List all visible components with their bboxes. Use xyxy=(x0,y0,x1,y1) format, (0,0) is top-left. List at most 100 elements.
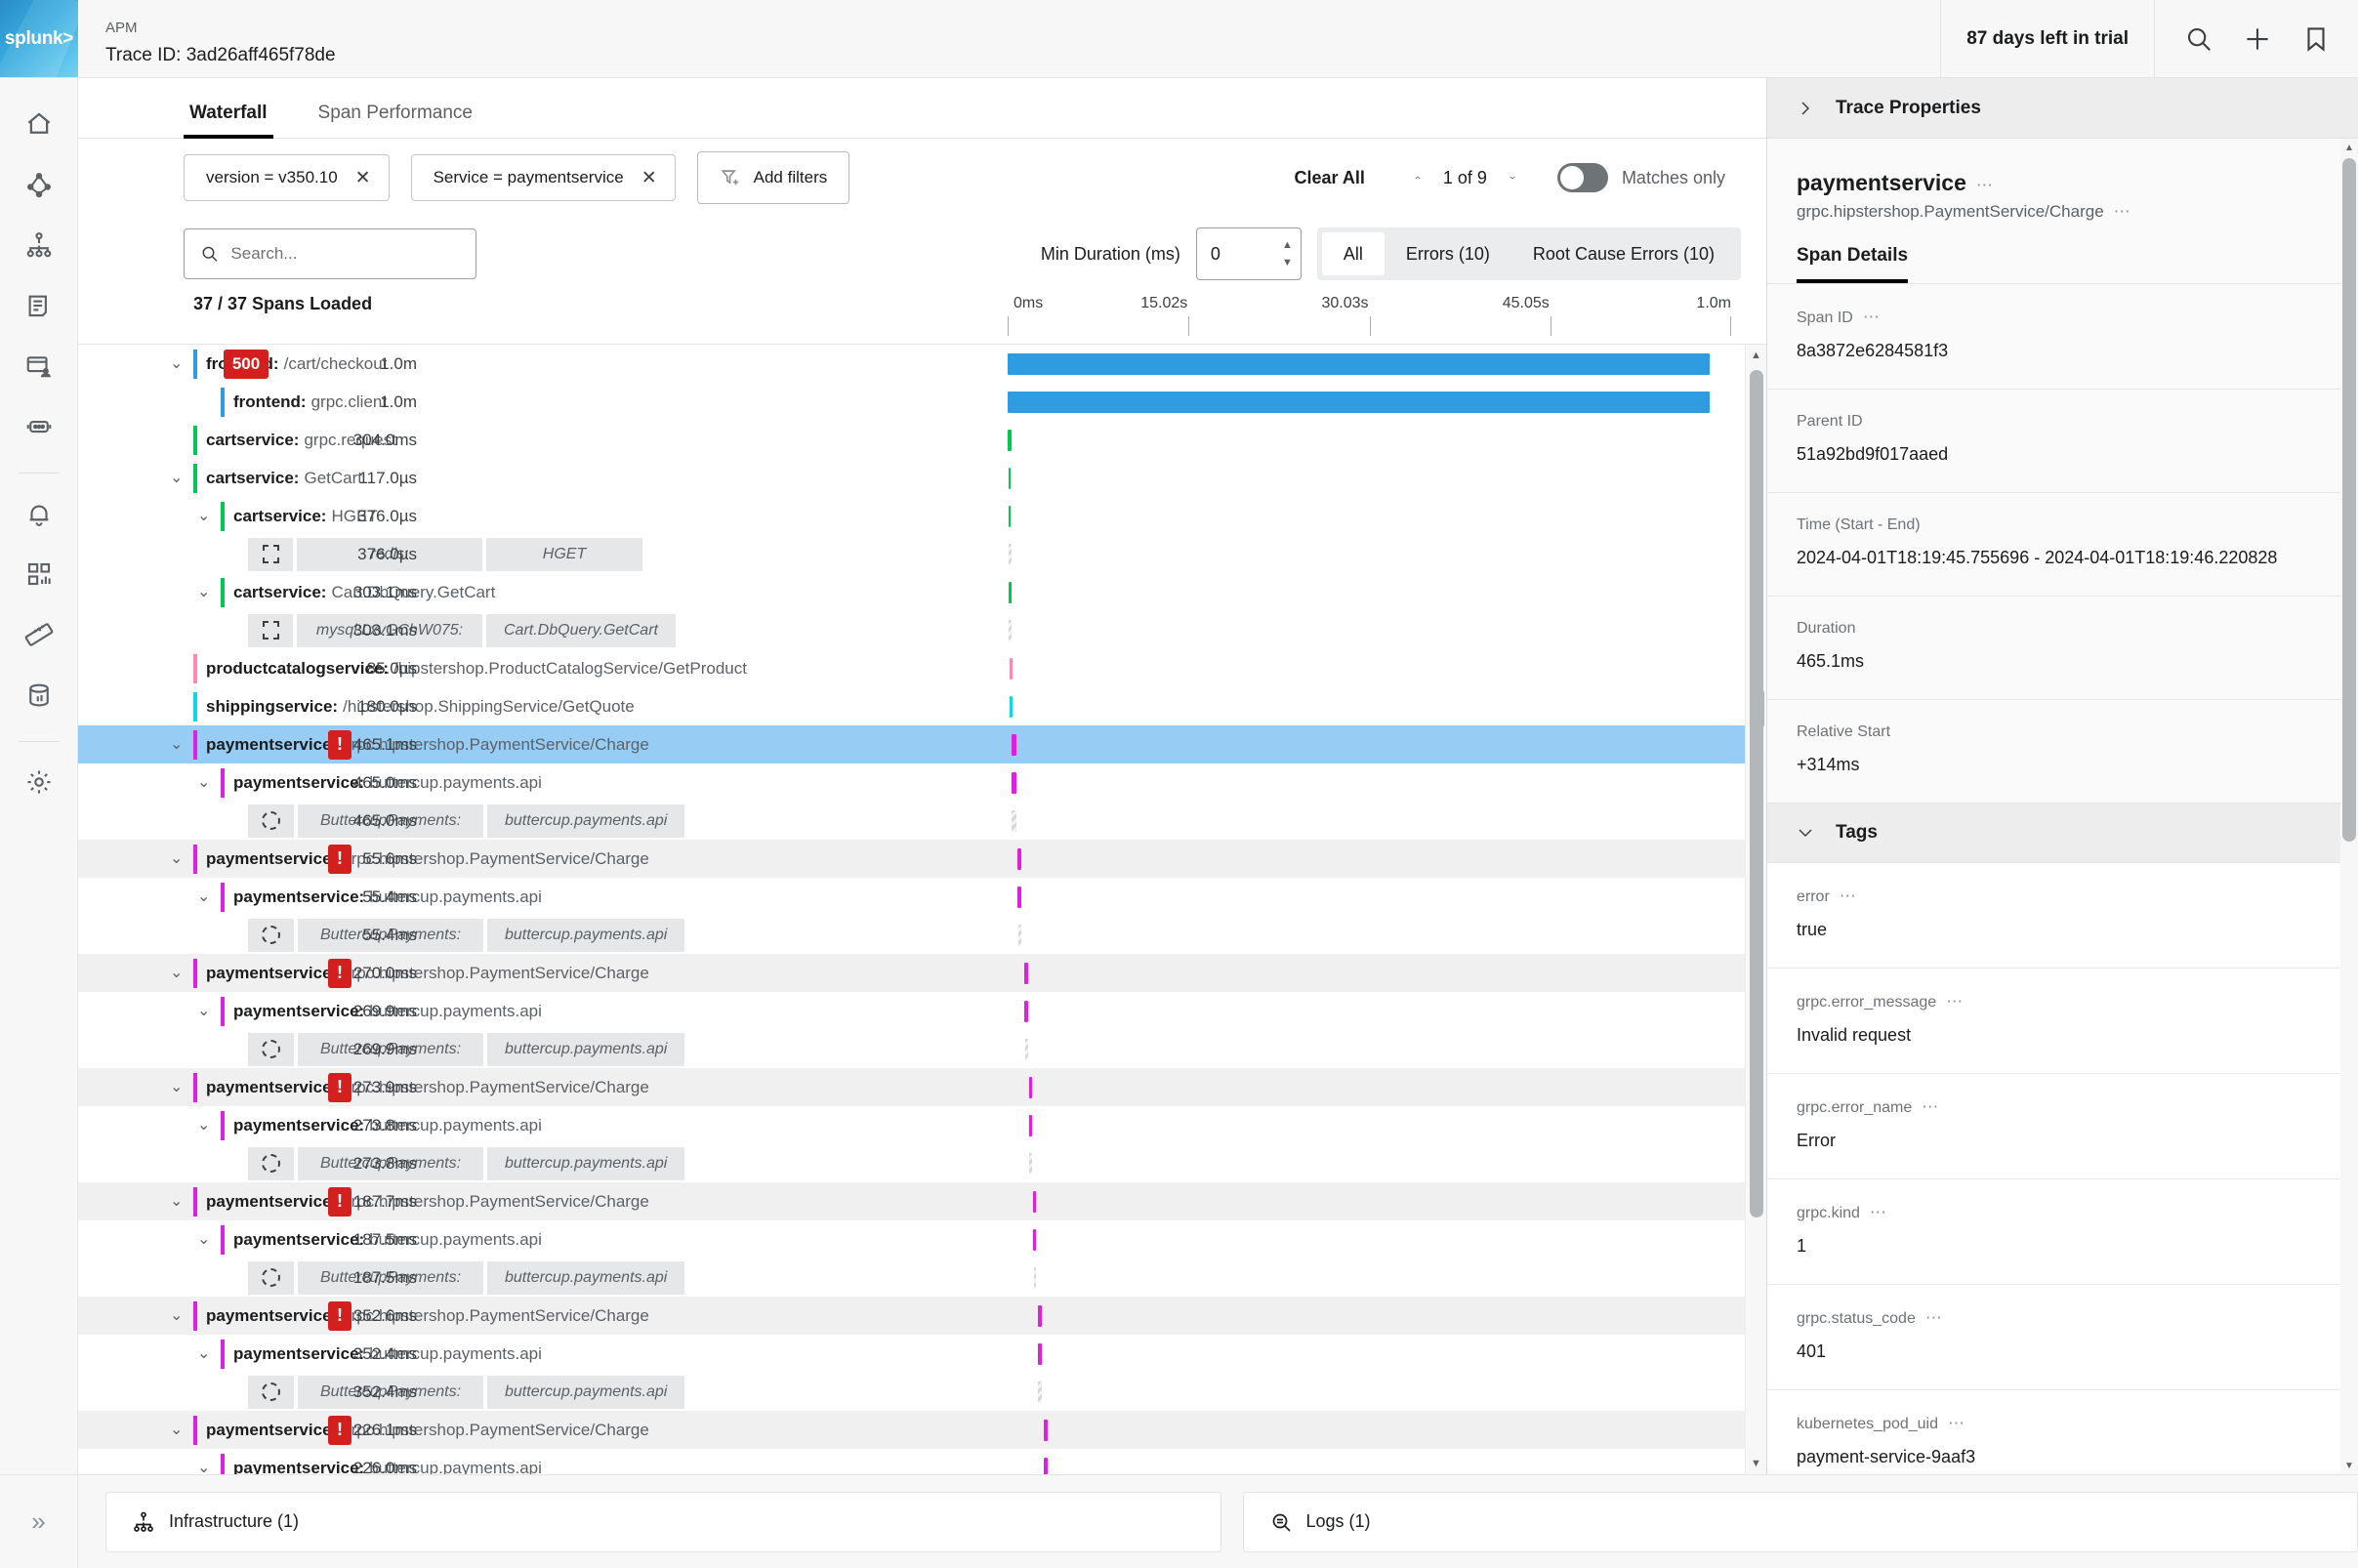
span-bar[interactable] xyxy=(1008,353,1710,375)
tab-span-performance[interactable]: Span Performance xyxy=(312,103,478,138)
chevron-down-icon[interactable]: ⌄ xyxy=(170,1422,183,1438)
waterfall-rows[interactable]: ⌄frontend:/cart/checkout5001.0mfrontend:… xyxy=(78,345,1745,1474)
span-row[interactable]: ⌄ paymentservice: grpc.hipstershop.Payment… xyxy=(78,1411,1745,1449)
span-bar[interactable] xyxy=(1033,1191,1037,1213)
chevron-down-icon[interactable] xyxy=(1501,170,1524,186)
sidebar-item-rum[interactable] xyxy=(15,342,63,391)
stepper-up-icon[interactable]: ▲ xyxy=(1282,240,1293,251)
sidebar-item-home[interactable] xyxy=(15,100,63,148)
min-duration-input[interactable]: 0 ▲ ▼ xyxy=(1195,227,1302,280)
span-bar[interactable] xyxy=(1024,1001,1028,1022)
chevron-down-icon[interactable]: ⌄ xyxy=(197,1460,210,1474)
trace-properties-header[interactable]: Trace Properties xyxy=(1767,78,2358,139)
overflow-menu-icon[interactable]: ⋯ xyxy=(1976,176,1995,194)
span-row[interactable]: ButtercupPayments: buttercup.payments.api… xyxy=(78,802,1745,840)
sidebar-item-metrics[interactable] xyxy=(15,610,63,659)
matches-only-toggle[interactable] xyxy=(1556,163,1608,192)
filter-chip-version[interactable]: version = v350.10 ✕ xyxy=(184,154,390,201)
span-bar[interactable] xyxy=(1012,810,1017,832)
overflow-menu-icon[interactable]: ⋯ xyxy=(1840,887,1858,905)
span-row[interactable]: ⌄ paymentservice: grpc.hipstershop.Payment… xyxy=(78,954,1745,992)
span-row[interactable]: ⌄ paymentservice: buttercup.payments.api 27… xyxy=(78,1106,1745,1144)
scroll-down-icon[interactable]: ▼ xyxy=(2340,1457,2358,1474)
right-panel-scrollbar[interactable]: ▲ ▼ xyxy=(2340,139,2358,1474)
chevron-down-icon[interactable]: ⌄ xyxy=(170,355,183,372)
tags-header[interactable]: Tags xyxy=(1767,803,2358,863)
chevron-down-icon[interactable]: ⌄ xyxy=(170,1307,183,1324)
segment-root-cause-errors[interactable]: Root Cause Errors (10) xyxy=(1511,232,1736,275)
span-bar[interactable] xyxy=(1037,1305,1042,1327)
span-bar[interactable] xyxy=(1044,1458,1048,1474)
span-row[interactable]: ⌄ paymentservice: buttercup.payments.api 22… xyxy=(78,1449,1745,1474)
span-bar[interactable] xyxy=(1010,696,1013,718)
span-row[interactable]: ⌄ paymentservice: grpc.hipstershop.Payment… xyxy=(78,1297,1745,1335)
span-bar[interactable] xyxy=(1024,963,1028,984)
scroll-down-icon[interactable]: ▼ xyxy=(1746,1453,1766,1474)
span-bar[interactable] xyxy=(1008,582,1013,603)
sidebar-item-dashboards[interactable] xyxy=(15,550,63,598)
span-row[interactable]: ⌄ paymentservice: buttercup.payments.api 26… xyxy=(78,992,1745,1030)
close-icon[interactable]: ✕ xyxy=(355,167,371,189)
chevron-down-icon[interactable]: ⌄ xyxy=(170,470,183,486)
span-row[interactable]: redis: HGET 376.0µs xyxy=(78,535,1745,573)
chevron-down-icon[interactable]: ⌄ xyxy=(170,736,183,753)
close-icon[interactable]: ✕ xyxy=(641,167,657,189)
overflow-menu-icon[interactable]: ⋯ xyxy=(1925,1308,1944,1327)
span-row[interactable]: ⌄ paymentservice: grpc.hipstershop.Payment… xyxy=(78,1068,1745,1106)
span-row[interactable]: ⌄ paymentservice: buttercup.payments.api 35… xyxy=(78,1335,1745,1373)
search-box[interactable] xyxy=(184,228,476,279)
add-filters-button[interactable]: Add filters xyxy=(696,151,850,204)
span-row[interactable]: ⌄ cartservice: HGET 376.0µs xyxy=(78,497,1745,535)
segment-all[interactable]: All xyxy=(1321,232,1385,275)
span-row[interactable]: ⌄ frontend:/cart/checkout500 1.0m xyxy=(78,345,1745,383)
number-stepper[interactable]: ▲ ▼ xyxy=(1282,228,1293,279)
span-row[interactable]: ⌄ paymentservice: buttercup.payments.api 46… xyxy=(78,763,1745,802)
tab-span-details[interactable]: Span Details xyxy=(1797,245,1909,283)
span-bar[interactable] xyxy=(1009,544,1012,565)
span-row[interactable]: ButtercupPayments: buttercup.payments.api… xyxy=(78,1030,1745,1068)
span-bar[interactable] xyxy=(1033,1267,1037,1289)
span-row[interactable]: ⌄ paymentservice: buttercup.payments.api 55… xyxy=(78,878,1745,916)
span-row[interactable]: ⌄ paymentservice: buttercup.payments.api 18… xyxy=(78,1220,1745,1259)
span-row[interactable]: ⌄ paymentservice: grpc.hipstershop.Payment… xyxy=(78,840,1745,878)
overflow-menu-icon[interactable]: ⋯ xyxy=(1863,308,1882,326)
span-bar[interactable] xyxy=(1008,506,1012,527)
plus-icon[interactable] xyxy=(2243,24,2272,54)
span-bar[interactable] xyxy=(1033,1229,1037,1251)
chevron-down-icon[interactable]: ⌄ xyxy=(170,1193,183,1210)
chevron-down-icon[interactable]: ⌄ xyxy=(197,888,210,905)
scroll-up-icon[interactable]: ▲ xyxy=(1746,345,1766,366)
scroll-up-icon[interactable]: ▲ xyxy=(2340,139,2358,156)
scrollbar-thumb[interactable] xyxy=(2342,158,2356,842)
span-bar[interactable] xyxy=(1028,1077,1033,1098)
splunk-logo[interactable]: splunk> xyxy=(0,0,78,77)
column-resizer[interactable] xyxy=(1759,689,1764,727)
sidebar-item-service-map[interactable] xyxy=(15,221,63,269)
expand-sidebar-button[interactable]: » xyxy=(0,1475,78,1568)
span-bar[interactable] xyxy=(1024,1039,1028,1060)
span-bar[interactable] xyxy=(1017,925,1021,946)
span-bar[interactable] xyxy=(1008,392,1710,413)
chevron-down-icon[interactable]: ⌄ xyxy=(197,508,210,524)
span-row[interactable]: productcatalogservice:/hipstershop.Produ… xyxy=(78,649,1745,687)
sidebar-item-log-observer[interactable] xyxy=(15,281,63,330)
sidebar-item-synthetics[interactable] xyxy=(15,402,63,451)
bookmark-icon[interactable] xyxy=(2301,24,2331,54)
sidebar-item-alerts[interactable] xyxy=(15,489,63,538)
chevron-down-icon[interactable]: ⌄ xyxy=(170,850,183,867)
span-row[interactable]: ⌄ cartservice: Cart.DbQuery.GetCart 303.1ms xyxy=(78,573,1745,611)
span-row[interactable]: ⌄ cartservice: GetCart 117.0µs xyxy=(78,459,1745,497)
chevron-down-icon[interactable]: ⌄ xyxy=(197,1231,210,1248)
span-row[interactable]: ButtercupPayments: buttercup.payments.api… xyxy=(78,1144,1745,1182)
scrollbar-thumb[interactable] xyxy=(1750,370,1763,1217)
span-bar[interactable] xyxy=(1009,620,1012,641)
span-row[interactable]: mysql:LxvGChW075: Cart.DbQuery.GetCart 303… xyxy=(78,611,1745,649)
chevron-down-icon[interactable]: ⌄ xyxy=(197,1117,210,1134)
span-bar[interactable] xyxy=(1044,1420,1048,1441)
chevron-up-icon[interactable] xyxy=(1406,170,1429,186)
span-bar[interactable] xyxy=(1017,887,1021,908)
chevron-down-icon[interactable]: ⌄ xyxy=(170,965,183,981)
span-bar[interactable] xyxy=(1011,734,1017,756)
overflow-menu-icon[interactable]: ⋯ xyxy=(1922,1097,1940,1116)
clear-all-button[interactable]: Clear All xyxy=(1295,168,1365,188)
